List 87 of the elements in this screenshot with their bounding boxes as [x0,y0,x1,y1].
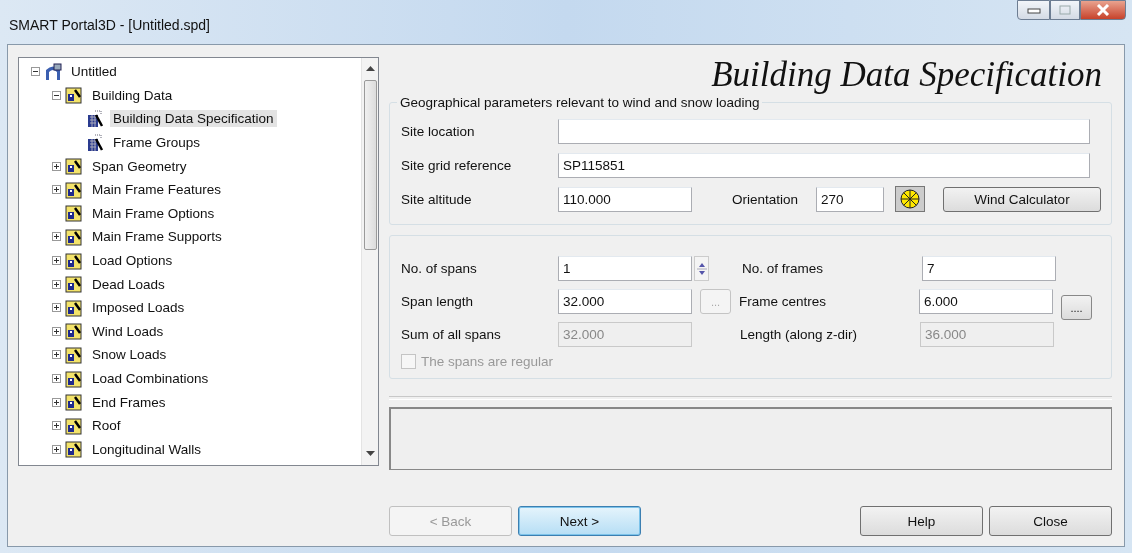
field-label: Frame centres [739,294,828,309]
page-title: Building Data Specification [710,55,1103,95]
input-field[interactable]: 110.000 [558,186,692,212]
wand-icon [65,298,83,317]
scroll-up-icon[interactable] [365,66,375,72]
footer-button[interactable]: Next > [518,506,641,536]
tree-item[interactable]: Frame Groups [110,134,204,152]
input-field[interactable]: SP115851 [558,152,1090,178]
wand-icon [65,440,83,459]
footer-button[interactable]: Help [860,506,983,536]
field-label: Span length [401,294,475,309]
expand-icon[interactable] [52,397,61,407]
tree-item[interactable]: Main Frame Features [89,181,225,199]
wand-icon [65,345,83,364]
expand-icon[interactable] [52,303,61,313]
tree-item[interactable]: Building Data [89,86,176,104]
input-field[interactable]: 6.000 [919,289,1053,314]
window-title: SMART Portal3D - [Untitled.spd] [9,17,210,33]
minimize-icon [1026,6,1041,14]
maximize-icon [1059,5,1071,15]
expand-icon[interactable] [52,421,61,431]
tree-item[interactable]: Dead Loads [89,275,168,293]
tree-item[interactable]: Span Geometry [89,157,190,175]
expand-icon[interactable] [52,326,61,336]
expand-icon[interactable] [52,185,61,195]
field-label: Site grid reference [401,157,513,173]
scrollbar[interactable] [361,58,378,465]
minimize-button[interactable] [1017,0,1050,20]
grid-building-icon [86,133,104,152]
wand-icon [65,204,83,223]
expand-icon[interactable] [52,279,61,289]
tree-item[interactable]: Wind Loads [89,322,167,340]
compass-button[interactable] [895,186,925,212]
close-button[interactable] [1080,0,1126,20]
wand-icon [65,251,83,270]
expand-icon[interactable] [52,232,61,242]
maximize-button[interactable] [1050,0,1080,20]
input-field[interactable]: 1 [558,256,692,281]
wind-calculator-button[interactable]: Wind Calculator [943,186,1101,212]
tree-item[interactable]: Main Frame Supports [89,228,225,246]
tree-item[interactable]: Load Combinations [89,370,212,387]
wand-icon [65,157,83,176]
browse-button[interactable]: .... [1061,295,1092,320]
tree-item[interactable]: Imposed Loads [89,299,188,317]
wand-icon [65,369,83,388]
collapse-icon[interactable] [52,90,61,100]
wand-icon [65,393,83,412]
scroll-thumb[interactable] [363,80,377,250]
tree-item[interactable]: Roof [89,417,124,435]
wand-icon [65,227,83,246]
wand-icon [65,275,83,294]
scroll-down-icon[interactable] [365,451,375,457]
group-legend: Geographical parameters relevant to wind and snow loading [397,95,763,110]
tree-item[interactable]: Untitled [68,63,120,81]
tree-item[interactable]: Load Options [89,252,176,270]
input-field[interactable]: 32.000 [558,289,692,314]
collapse-icon[interactable] [31,67,40,77]
expand-icon[interactable] [52,256,61,266]
input-field[interactable]: 270 [816,186,884,212]
tree-item[interactable]: Longitudinal Walls [89,440,205,458]
tree-item[interactable]: End Frames [89,393,169,411]
tree-item[interactable]: Snow Loads [89,346,170,364]
input-field[interactable]: 7 [922,256,1056,281]
expand-icon[interactable] [52,350,61,360]
field-label: Site location [401,123,476,139]
wand-icon [65,86,83,105]
expand-icon[interactable] [52,161,61,171]
input-field[interactable] [558,118,1090,144]
expand-icon[interactable] [52,444,61,454]
footer-button[interactable]: Close [989,506,1112,536]
tree-item[interactable]: Main Frame Options [89,204,218,222]
spin-button[interactable] [694,256,709,281]
field-label: Orientation [732,191,800,207]
field-label: No. of spans [401,261,478,276]
field-label: Sum of all spans [401,327,502,342]
wand-icon [65,180,83,199]
grid-building-icon [86,110,104,128]
close-icon [1096,4,1110,16]
expand-icon[interactable] [52,374,61,383]
field-label: No. of frames [742,261,825,276]
wand-icon [65,416,83,435]
field-label: Length (along z-dir) [740,327,859,342]
building-icon [44,62,62,81]
wand-icon [65,322,83,341]
compass-icon [900,189,920,209]
tree-item[interactable]: Building Data Specification [110,110,277,128]
field-label: Site altitude [401,191,473,207]
